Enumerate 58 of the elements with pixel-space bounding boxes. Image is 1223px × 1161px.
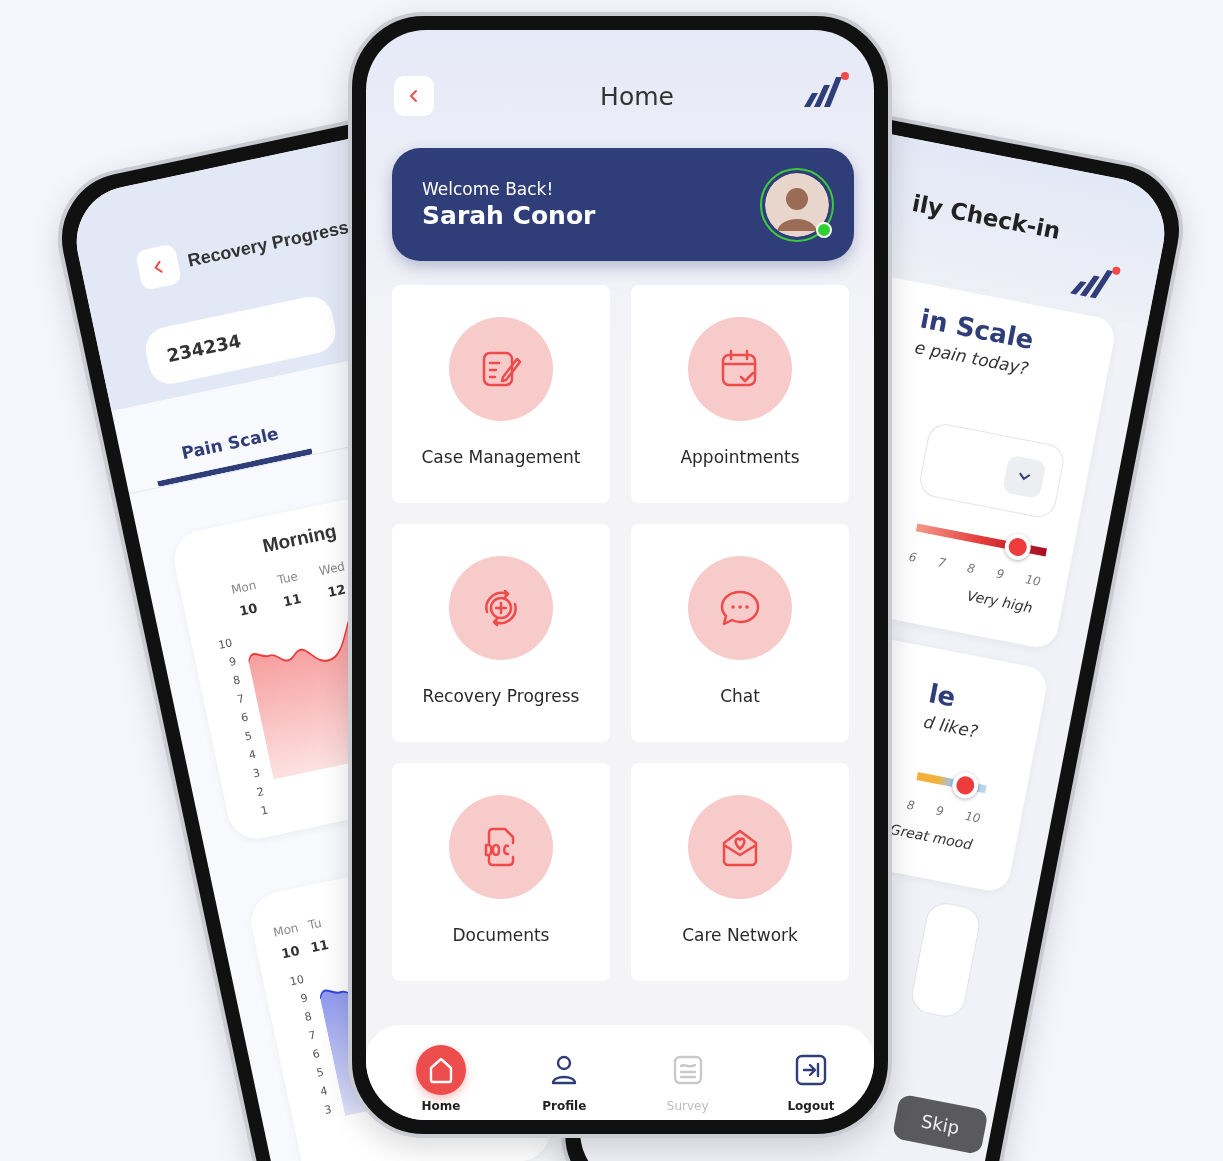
scale-number: 8	[905, 797, 916, 813]
tab[interactable]: Pain Scale	[149, 413, 314, 488]
home-icon	[416, 1045, 466, 1095]
nav-item[interactable]: Profile	[519, 1045, 610, 1113]
back-button[interactable]	[394, 76, 434, 116]
axis-tick-label: 6	[311, 1046, 322, 1063]
nav-item[interactable]: Home	[396, 1045, 486, 1113]
axis-tick-label: 4	[247, 746, 258, 763]
day-label: Mon	[272, 920, 300, 940]
axis-tick-label: 1	[259, 802, 270, 819]
day-label: Tu	[307, 915, 323, 933]
screen-title: ily Check-in	[910, 189, 1063, 245]
menu-tile[interactable]: Documents	[392, 763, 610, 981]
axis-tick-label: 2	[255, 783, 266, 801]
greeting-text: Welcome Back!	[422, 179, 555, 199]
day-label: Mon	[229, 578, 258, 597]
menu-tile[interactable]: Chat	[631, 524, 849, 742]
axis-tick-label: 5	[243, 728, 254, 745]
axis-tick-label: 7	[307, 1027, 318, 1044]
scale-number: 9	[934, 803, 945, 819]
axis-tick-label: 6	[239, 709, 250, 726]
scale-number: 10	[1024, 572, 1042, 589]
scale-number: 10	[963, 809, 982, 826]
axis-tick-label: 4	[319, 1083, 329, 1100]
axis-tick-label: 10	[288, 971, 306, 990]
axis-tick-label: 7	[235, 691, 246, 708]
date-label: 10	[280, 943, 301, 962]
nav-item[interactable]: Logout	[766, 1045, 856, 1113]
date-label: 10	[237, 600, 259, 619]
skip-button[interactable]: Skip	[891, 1093, 989, 1156]
axis-tick-label: 8	[231, 672, 242, 689]
axis-tick-label: 3	[323, 1101, 333, 1118]
screen-title: Recovery Progress	[185, 216, 351, 272]
screen-title: Home	[600, 81, 674, 111]
date-label: 11	[281, 590, 303, 610]
axis-tick-label: 9	[299, 990, 310, 1007]
avatar[interactable]	[760, 167, 834, 242]
axis-tick-label: 10	[216, 635, 234, 653]
axis-tick-label: 8	[303, 1008, 314, 1025]
person-silhouette-icon	[765, 172, 829, 237]
date-label: 12	[326, 581, 348, 600]
day-label: Wed	[317, 559, 347, 579]
menu-tile[interactable]: Recovery Progress	[392, 524, 610, 742]
chart-title: Morning	[260, 520, 339, 558]
axis-tick-label: 5	[315, 1064, 326, 1081]
axis-tick-label: 3	[251, 765, 262, 782]
menu-tile[interactable]: Case Management	[392, 285, 610, 503]
day-label: Tue	[276, 569, 300, 588]
axis-tick-label: 9	[227, 653, 238, 670]
scale-number: 8	[965, 560, 977, 577]
scale-number: 9	[995, 566, 1006, 582]
user-name: Sarah Conor	[422, 201, 596, 230]
scale-number: 7	[936, 555, 948, 571]
date-label: 11	[309, 936, 330, 956]
scale-end-label: Very high	[965, 587, 1035, 617]
menu-tile[interactable]: Care Network	[631, 763, 849, 981]
menu-tile[interactable]: Appointments	[631, 285, 849, 503]
scale-number: 6	[907, 549, 918, 565]
